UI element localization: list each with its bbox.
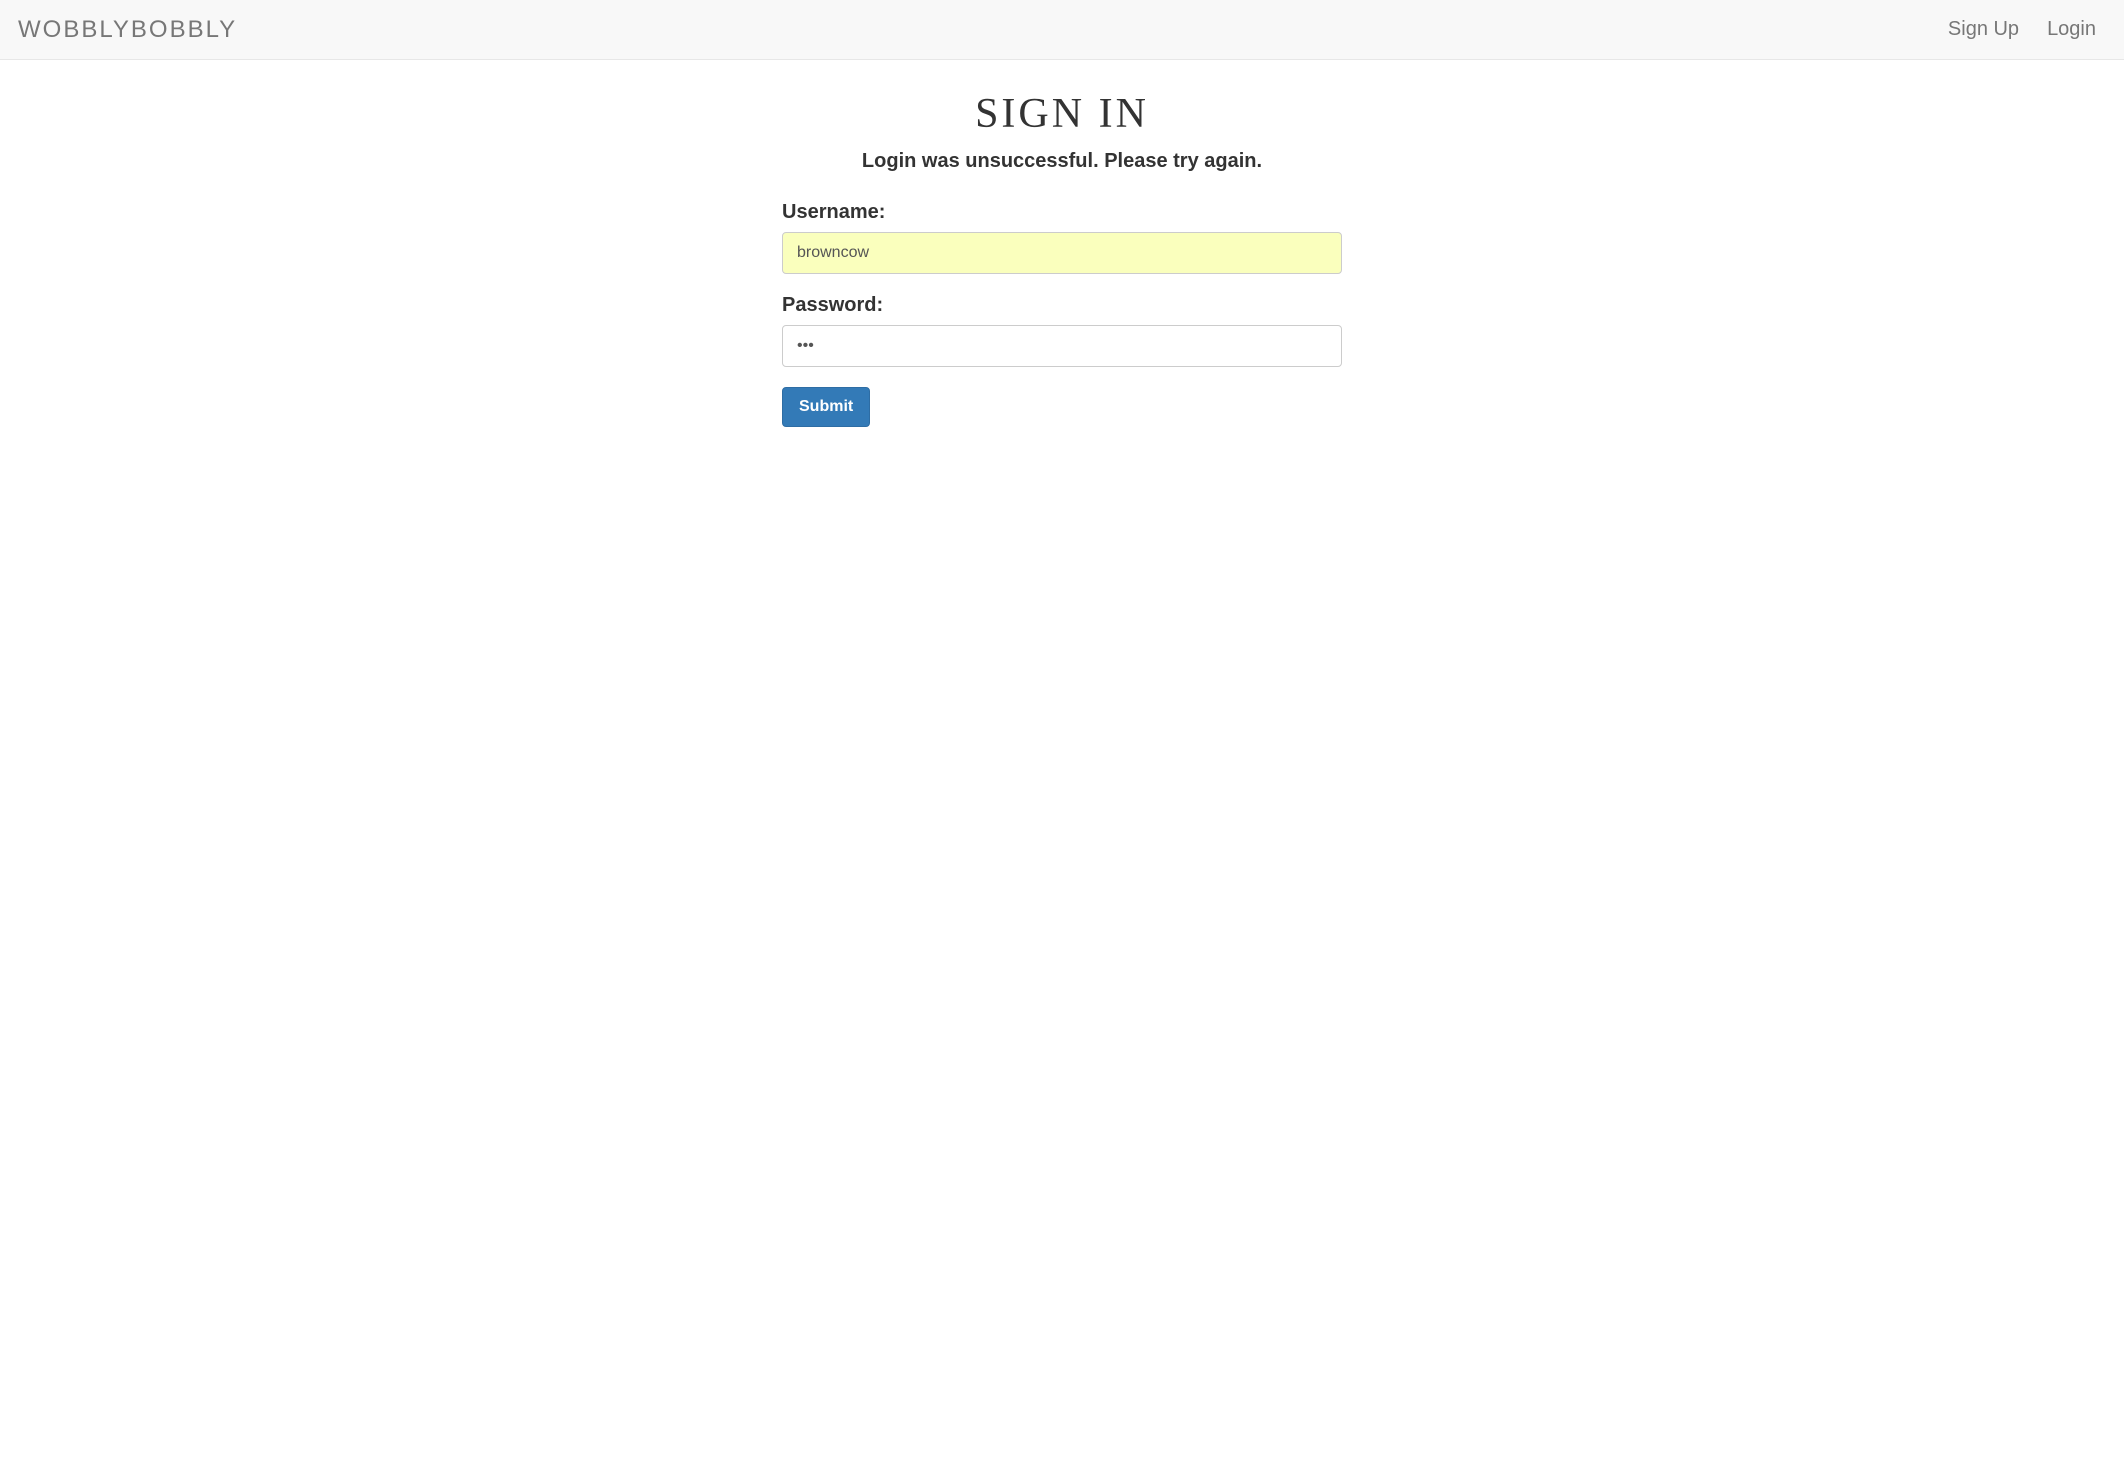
username-input[interactable] xyxy=(782,232,1342,274)
navbar: WOBBLYBOBBLY Sign Up Login xyxy=(0,0,2124,60)
login-link[interactable]: Login xyxy=(2047,18,2096,40)
main-container: SIGN IN Login was unsuccessful. Please t… xyxy=(782,60,1342,427)
signin-form: Username: Password: Submit xyxy=(782,201,1342,427)
username-label: Username: xyxy=(782,201,1342,224)
signup-link[interactable]: Sign Up xyxy=(1948,18,2019,40)
title-word-sign: SIGN xyxy=(975,91,1085,137)
password-label: Password: xyxy=(782,294,1342,317)
error-alert: Login was unsuccessful. Please try again… xyxy=(782,150,1342,173)
submit-button[interactable]: Submit xyxy=(782,387,870,427)
username-group: Username: xyxy=(782,201,1342,274)
page-title: SIGN IN xyxy=(782,90,1342,138)
brand-link[interactable]: WOBBLYBOBBLY xyxy=(18,16,237,44)
password-group: Password: xyxy=(782,294,1342,367)
title-word-in: IN xyxy=(1099,91,1149,137)
nav-links: Sign Up Login xyxy=(1948,18,2106,41)
password-input[interactable] xyxy=(782,325,1342,367)
